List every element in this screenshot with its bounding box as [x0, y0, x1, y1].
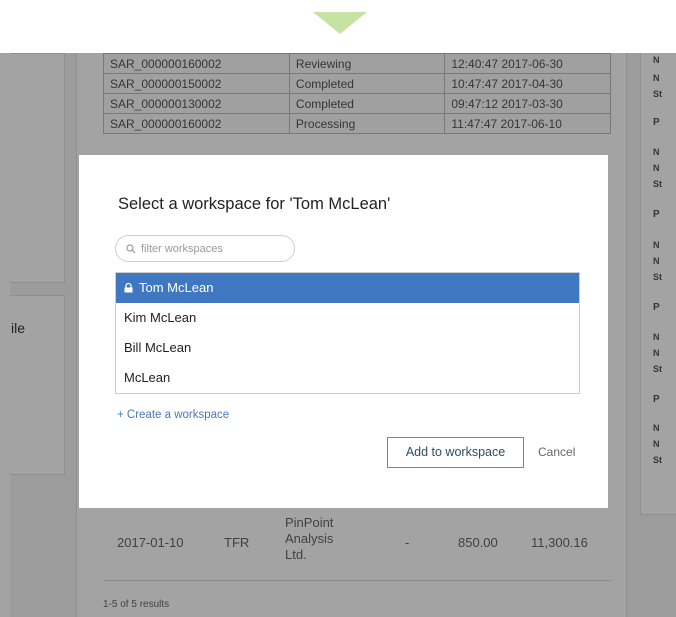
workspace-list: Tom McLean Kim McLean Bill McLean McLean [115, 272, 580, 394]
workspace-item-label: Tom McLean [139, 280, 214, 295]
workspace-item[interactable]: Bill McLean [116, 333, 579, 363]
workspace-item-label: McLean [124, 370, 171, 385]
create-workspace-link[interactable]: + Create a workspace [117, 409, 229, 421]
workspace-modal: Select a workspace for 'Tom McLean' filt… [79, 155, 608, 508]
filter-input[interactable]: filter workspaces [115, 235, 295, 262]
lock-icon [124, 283, 133, 293]
workspace-item[interactable]: McLean [116, 363, 579, 393]
filter-placeholder: filter workspaces [141, 242, 223, 255]
workspace-item[interactable]: Tom McLean [116, 273, 579, 303]
cancel-button[interactable]: Cancel [538, 437, 575, 468]
workspace-item[interactable]: Kim McLean [116, 303, 579, 333]
pointer-arrow [313, 12, 367, 34]
workspace-item-label: Bill McLean [124, 340, 192, 355]
search-icon [126, 243, 136, 253]
workspace-item-label: Kim McLean [124, 310, 197, 325]
add-to-workspace-button[interactable]: Add to workspace [387, 437, 524, 468]
modal-title: Select a workspace for 'Tom McLean' [118, 195, 391, 213]
